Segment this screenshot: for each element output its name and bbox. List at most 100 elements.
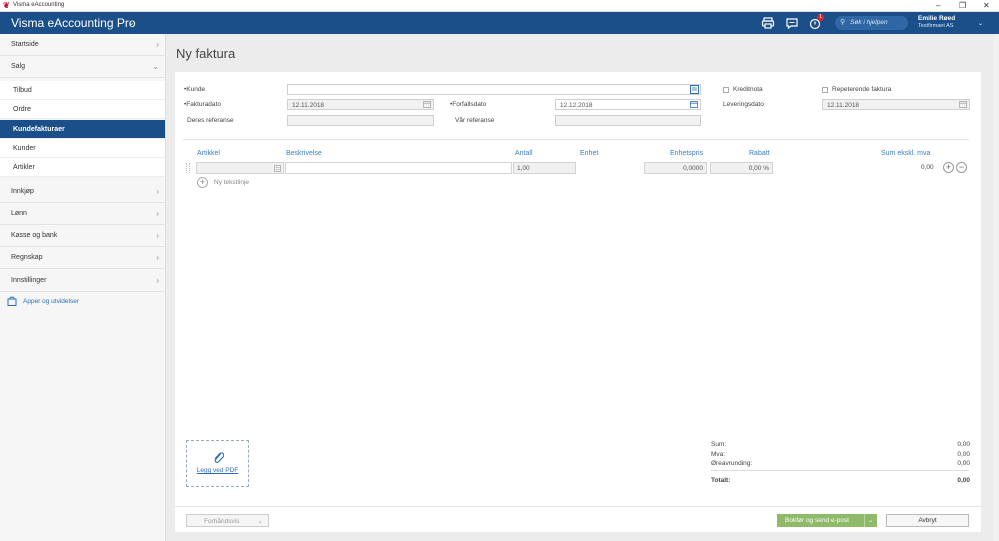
sidebar-item-salg[interactable]: Salg ⌄ (0, 56, 165, 78)
fakturadato-value: 12.11.2018 (292, 101, 325, 109)
visma-logo-icon: ❦ (3, 1, 10, 10)
sidebar-subitem-label: Tilbud (13, 87, 32, 94)
remove-row-button[interactable]: − (956, 162, 967, 173)
deres-referanse-input[interactable] (287, 115, 434, 126)
col-artikkel: Artikkel (197, 150, 220, 157)
page-title: Ny faktura (176, 46, 236, 61)
sidebar-subitem-kunder[interactable]: Kunder (0, 139, 165, 158)
mva-label: Mva: (711, 451, 726, 458)
plus-icon: + (197, 177, 208, 188)
chevron-down-icon: ⌄ (257, 518, 263, 525)
book-and-send-email-button[interactable]: Bokfør og send e-post ⌄ (777, 514, 877, 527)
col-enhet: Enhet (580, 150, 599, 157)
totals-divider (711, 470, 969, 471)
chevron-right-icon: › (156, 276, 159, 285)
sidebar-item-label: Salg (11, 63, 26, 70)
chat-icon[interactable] (785, 16, 799, 30)
user-name: Emilie Røed (918, 15, 956, 22)
fakturadato-label: •Fakturadato (184, 101, 221, 108)
preview-button[interactable]: Forhåndsvis ⌄ (186, 514, 269, 527)
beskrivelse-input[interactable] (285, 162, 512, 174)
cancel-button[interactable]: Avbryt (886, 514, 969, 527)
sidebar-item-kasse-og-bank[interactable]: Kasse og bank › (0, 225, 165, 247)
kreditnota-label: Kreditnota (733, 86, 763, 93)
split-divider (864, 514, 865, 527)
print-icon[interactable] (761, 16, 775, 30)
mva-value: 0,00 (957, 451, 970, 458)
rabatt-input[interactable]: 0,00 % (710, 162, 773, 174)
repeterende-faktura-checkbox[interactable] (822, 87, 828, 93)
attach-pdf-link[interactable]: Legg ved PDF (187, 467, 248, 474)
sidebar-item-label: Startside (11, 41, 39, 48)
kunde-input[interactable] (287, 84, 701, 95)
apps-label: Apper og utvidelser (23, 298, 80, 305)
sidebar-item-startside[interactable]: Startside › (0, 34, 165, 56)
sidebar-item-innkjop[interactable]: Innkjøp › (0, 181, 165, 203)
sidebar-item-innstillinger[interactable]: Innstillinger › (0, 270, 165, 292)
help-search-input[interactable]: ⚲ Søk i hjelpen (835, 16, 908, 30)
user-menu[interactable]: Emilie Røed Testfirmaet AS (918, 15, 955, 29)
search-placeholder: Søk i hjelpen (850, 19, 888, 26)
sidebar-item-label: Kasse og bank (11, 232, 58, 239)
sidebar-item-label: Innkjøp (11, 188, 34, 195)
total-value: 0,00 (957, 477, 970, 484)
notification-badge: 1 (817, 14, 824, 21)
deres-referanse-label: Deres referanse (187, 117, 234, 124)
attach-pdf-dropzone[interactable]: Legg ved PDF (186, 440, 249, 487)
antall-input[interactable]: 1,00 (513, 162, 576, 174)
col-sum-ekskl-mva: Sum ekskl. mva (881, 150, 931, 157)
fakturadato-input[interactable]: 12.11.2018 (287, 99, 434, 110)
var-referanse-input[interactable] (555, 115, 701, 126)
forfallsdato-input[interactable]: 12.12.2018 (555, 99, 701, 110)
calendar-icon[interactable] (690, 101, 698, 108)
rounding-label: Øreavrunding: (711, 460, 753, 467)
kreditnota-checkbox[interactable] (723, 87, 729, 93)
sum-value: 0,00 (957, 441, 970, 448)
lookup-icon[interactable] (274, 165, 281, 172)
divider (183, 139, 969, 140)
book-send-label: Bokfør og send e-post (785, 517, 849, 524)
forfallsdato-value: 12.12.2018 (560, 101, 593, 109)
minimize-button[interactable]: – (936, 1, 940, 11)
sidebar-item-lonn[interactable]: Lønn › (0, 203, 165, 225)
new-text-line-label: Ny tekstlinje (214, 179, 250, 186)
user-menu-chevron-icon[interactable]: ⌄ (978, 20, 983, 27)
sidebar-subitem-kundefakturaer[interactable]: Kundefakturaer (0, 120, 165, 139)
close-window-button[interactable]: ✕ (983, 1, 990, 11)
col-beskrivelse: Beskrivelse (286, 150, 322, 157)
chevron-right-icon: › (156, 40, 159, 49)
paperclip-icon (214, 452, 224, 463)
page-scrollbar[interactable] (993, 34, 999, 541)
calendar-icon[interactable] (959, 101, 967, 108)
sidebar-subitem-label: Kunder (13, 145, 36, 152)
company-name: Testfirmaet AS (918, 23, 954, 29)
maximize-button[interactable]: ❐ (959, 1, 966, 11)
window-titlebar: ❦ Visma eAccounting – ❐ ✕ (0, 0, 999, 12)
enhetspris-input[interactable]: 0,0000 (644, 162, 707, 174)
drag-handle-icon[interactable] (186, 163, 190, 173)
calendar-icon[interactable] (423, 101, 431, 108)
col-rabatt: Rabatt (749, 150, 770, 157)
customer-lookup-icon[interactable] (690, 85, 699, 94)
leveringsdato-input[interactable]: 12.11.2018 (822, 99, 970, 110)
sidebar-item-label: Lønn (11, 210, 27, 217)
col-antall: Antall (515, 150, 533, 157)
chevron-down-icon: ⌄ (152, 62, 159, 71)
sidebar-item-label: Innstillinger (11, 277, 47, 284)
sidebar-subitem-ordre[interactable]: Ordre (0, 100, 165, 119)
sidebar-subitem-tilbud[interactable]: Tilbud (0, 81, 165, 100)
artikkel-input[interactable] (196, 162, 284, 174)
sidebar-subitem-artikler[interactable]: Artikler (0, 158, 165, 177)
chevron-right-icon: › (156, 231, 159, 240)
product-brand[interactable]: Visma eAccounting Pro (11, 16, 136, 30)
add-row-button[interactable]: + (943, 162, 954, 173)
chevron-down-icon[interactable]: ⌄ (868, 516, 873, 524)
sidebar-subitem-label: Artikler (13, 164, 35, 171)
sidebar-item-regnskap[interactable]: Regnskap › (0, 247, 165, 269)
sidebar: Startside › Salg ⌄ Tilbud Ordre Kundefak… (0, 34, 166, 541)
chevron-down-icon[interactable]: ⌄ (128, 18, 135, 27)
leveringsdato-label: Leveringsdato (723, 101, 764, 108)
sidebar-item-label: Regnskap (11, 254, 43, 261)
app-header: Visma eAccounting Pro ⌄ 1 ⚲ Søk i hjelpe… (0, 12, 999, 34)
repeterende-faktura-label: Repeterende faktura (832, 86, 892, 93)
